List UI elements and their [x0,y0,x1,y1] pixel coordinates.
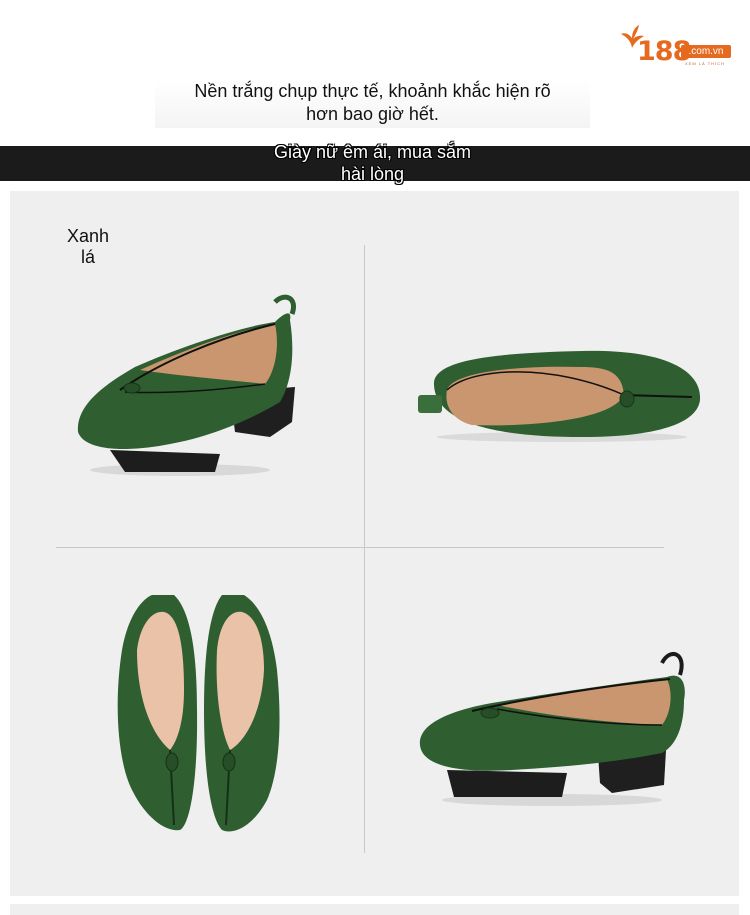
color-label-line-1: Xanh [66,226,110,246]
next-panel-edge [10,904,739,915]
grid-divider-vertical [364,245,365,853]
color-variant-label: Xanh lá [52,226,124,268]
logo-tagline: XEM LÀ THÍCH [685,61,725,66]
banner-title: Giày nữ êm ái, mua sắm hài lòng [215,141,530,185]
caption-line-1: Nền trắng chụp thực tế, khoảnh khắc hiện… [194,81,551,101]
caption-line-2: hơn bao giờ hết. [306,104,439,124]
logo-domain: .com.vn [681,45,731,58]
color-label-line-2: lá [80,247,95,267]
banner-line-1: Giày nữ êm ái, mua sắm [273,142,472,162]
shoe-side-view-right-image [419,652,685,806]
banner-line-2: hài lòng [340,164,405,184]
photo-caption: Nền trắng chụp thực tế, khoảnh khắc hiện… [155,80,590,128]
grid-divider-horizontal [56,547,664,548]
shoe-pair-top-view-image [117,595,280,832]
shoe-side-view-image [77,294,296,476]
site-logo[interactable]: 188 .com.vn XEM LÀ THÍCH [617,24,737,68]
shoe-top-view-image [418,350,701,442]
